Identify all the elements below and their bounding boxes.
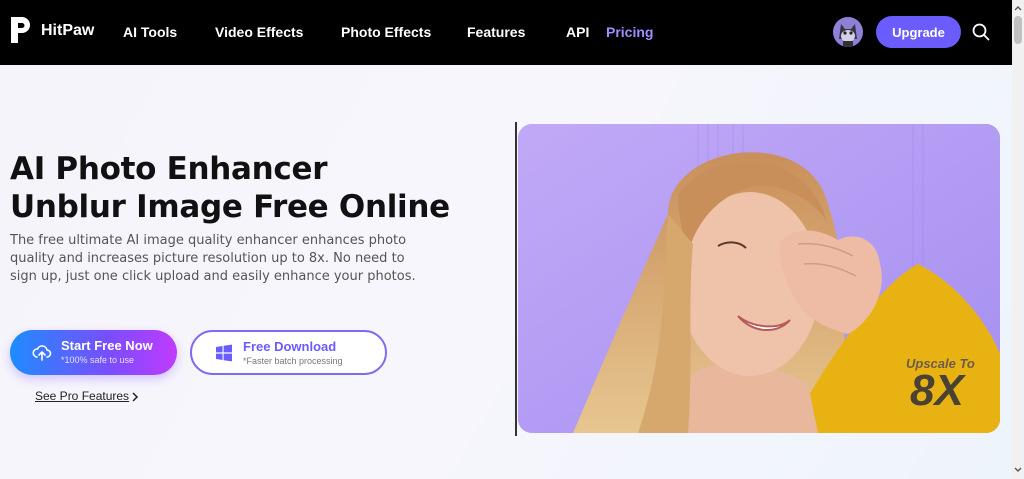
start-free-now-button[interactable]: Start Free Now *100% safe to use	[10, 330, 177, 375]
windows-icon	[216, 344, 232, 362]
free-download-button[interactable]: Free Download *Faster batch processing	[190, 330, 387, 375]
page-title-line2: Unblur Image Free Online	[10, 189, 450, 225]
page-title: AI Photo Enhancer Unblur Image Free Onli…	[10, 150, 450, 226]
free-download-label: Free Download	[243, 339, 337, 354]
nav-video-effects[interactable]: Video Effects	[215, 24, 303, 40]
scroll-down-icon[interactable]	[1012, 466, 1024, 474]
upgrade-button[interactable]: Upgrade	[876, 16, 961, 48]
search-icon[interactable]	[972, 23, 990, 41]
start-free-now-label: Start Free Now	[61, 338, 153, 353]
free-download-sublabel: *Faster batch processing	[243, 356, 343, 366]
scroll-thumb[interactable]	[1014, 16, 1022, 44]
upscale-value: 8X	[910, 366, 964, 415]
page-title-line1: AI Photo Enhancer	[10, 151, 328, 187]
nav-features[interactable]: Features	[467, 24, 525, 40]
compare-divider[interactable]	[515, 122, 517, 436]
nav-photo-effects[interactable]: Photo Effects	[341, 24, 431, 40]
start-free-now-sublabel: *100% safe to use	[61, 355, 135, 365]
avatar-image	[833, 17, 863, 47]
top-nav: HitPaw AI Tools Video Effects Photo Effe…	[0, 0, 1012, 65]
see-pro-features-link[interactable]: See Pro Features	[35, 389, 129, 403]
brand-name[interactable]: HitPaw	[41, 22, 94, 40]
hero-description: The free ultimate AI image quality enhan…	[10, 233, 416, 284]
nav-pricing[interactable]: Pricing	[606, 24, 653, 40]
nav-ai-tools[interactable]: AI Tools	[123, 24, 177, 40]
hitpaw-logo-icon[interactable]	[9, 15, 33, 45]
scroll-up-icon[interactable]	[1012, 4, 1024, 12]
upload-icon	[32, 345, 52, 361]
page-scrollbar[interactable]	[1012, 0, 1024, 479]
avatar[interactable]	[833, 17, 863, 47]
chevron-right-icon[interactable]	[131, 392, 139, 402]
nav-api[interactable]: API	[566, 24, 589, 40]
